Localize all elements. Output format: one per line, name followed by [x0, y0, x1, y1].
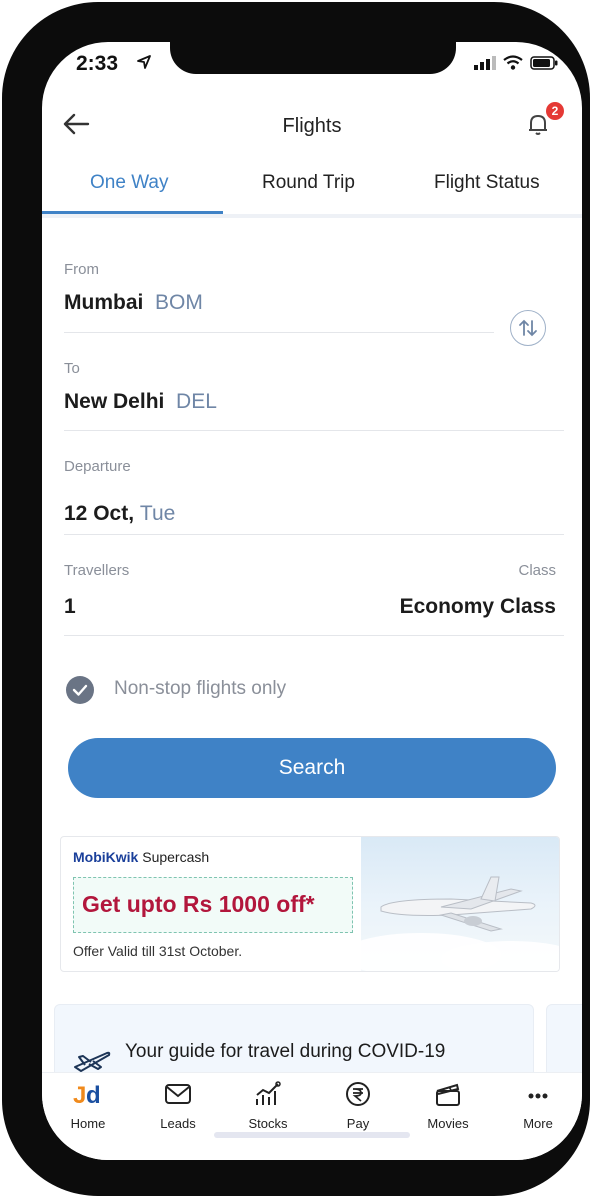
tab-one-way[interactable]: One Way	[90, 172, 169, 194]
guide-title: Your guide for travel during COVID-19	[125, 1041, 446, 1062]
to-label: To	[64, 360, 80, 377]
active-tab-indicator	[42, 211, 223, 214]
departure-label: Departure	[64, 458, 131, 475]
trip-type-tabs: One Way Round Trip Flight Status	[42, 158, 582, 218]
nav-leads[interactable]: Leads	[138, 1081, 218, 1131]
page-title: Flights	[282, 115, 342, 137]
to-field[interactable]: New Delhi DEL	[64, 390, 217, 414]
nonstop-label: Non-stop flights only	[114, 678, 287, 699]
nav-stocks[interactable]: Stocks	[228, 1081, 308, 1131]
notification-badge: 2	[546, 102, 564, 120]
class-label: Class	[518, 562, 556, 579]
envelope-icon	[165, 1084, 191, 1104]
battery-icon	[530, 55, 558, 70]
nav-more[interactable]: More	[498, 1081, 578, 1131]
more-dots-icon	[528, 1093, 548, 1099]
app-header: Flights 2	[42, 102, 582, 146]
tab-round-trip[interactable]: Round Trip	[262, 172, 355, 194]
swap-arrows-icon	[518, 319, 537, 336]
brand-name: obiKwik	[84, 849, 139, 865]
location-arrow-icon	[137, 55, 151, 69]
checkmark-icon	[72, 684, 88, 696]
airplane-image	[341, 876, 559, 971]
offer-validity: Offer Valid till 31st October.	[73, 943, 243, 959]
nav-label: Home	[70, 1116, 106, 1131]
nav-label: Pay	[346, 1116, 370, 1131]
brand-suffix: Supercash	[142, 849, 210, 865]
divider	[64, 430, 564, 431]
promo-banner[interactable]: MobiKwik Supercash Get upto Rs 1000 off*…	[60, 836, 560, 972]
from-label: From	[64, 261, 99, 278]
search-button[interactable]: Search	[68, 738, 556, 798]
offer-text: Get upto Rs 1000 off*	[82, 891, 315, 917]
nav-label: Leads	[160, 1116, 196, 1131]
departure-field[interactable]: 12 Oct, Tue	[64, 502, 175, 526]
to-code: DEL	[176, 390, 217, 413]
svg-text:J: J	[73, 1082, 86, 1107]
stocks-chart-icon	[256, 1081, 281, 1105]
status-time: 2:33	[76, 52, 119, 75]
status-icons	[474, 55, 558, 70]
nav-pay[interactable]: Pay	[318, 1081, 398, 1131]
app-screen: 2:33 Flights 2 One Way Round Trip Flight…	[42, 42, 582, 1160]
departure-day: Tue	[139, 502, 176, 525]
promo-image	[341, 837, 559, 971]
from-city: Mumbai	[64, 291, 144, 314]
from-code: BOM	[155, 291, 203, 314]
clapperboard-icon	[436, 1083, 460, 1106]
class-field[interactable]: Economy Class	[400, 595, 556, 619]
nav-label: Movies	[427, 1116, 469, 1131]
nav-movies[interactable]: Movies	[408, 1081, 488, 1131]
cellular-signal-icon	[474, 55, 496, 70]
promo-brand: MobiKwik Supercash	[73, 849, 209, 865]
divider	[64, 534, 564, 535]
plane-icon	[73, 1051, 111, 1074]
divider	[64, 332, 494, 333]
nav-home[interactable]: J d Home	[48, 1081, 128, 1131]
notification-bell-button[interactable]: 2	[522, 102, 564, 142]
tab-flight-status[interactable]: Flight Status	[434, 172, 540, 194]
offer-box: Get upto Rs 1000 off*	[73, 877, 353, 933]
jd-logo-icon: J d	[73, 1082, 101, 1109]
brand-initial: M	[73, 849, 85, 865]
departure-date: 12 Oct,	[64, 502, 135, 525]
nav-label: Stocks	[248, 1116, 288, 1131]
nonstop-checkbox[interactable]	[66, 676, 94, 704]
svg-text:d: d	[86, 1082, 101, 1107]
swap-cities-button[interactable]	[510, 310, 546, 346]
nav-label: More	[523, 1116, 553, 1131]
bottom-navigation: J d Home Leads Stocks Pay Movies More	[42, 1072, 582, 1160]
home-indicator	[214, 1132, 410, 1138]
travellers-label: Travellers	[64, 562, 130, 579]
to-city: New Delhi	[64, 390, 165, 413]
from-field[interactable]: Mumbai BOM	[64, 291, 203, 315]
wifi-icon	[503, 55, 523, 70]
rupee-icon	[346, 1082, 370, 1106]
divider	[64, 635, 564, 636]
travellers-field[interactable]: 1	[64, 595, 76, 619]
device-notch	[170, 42, 456, 74]
